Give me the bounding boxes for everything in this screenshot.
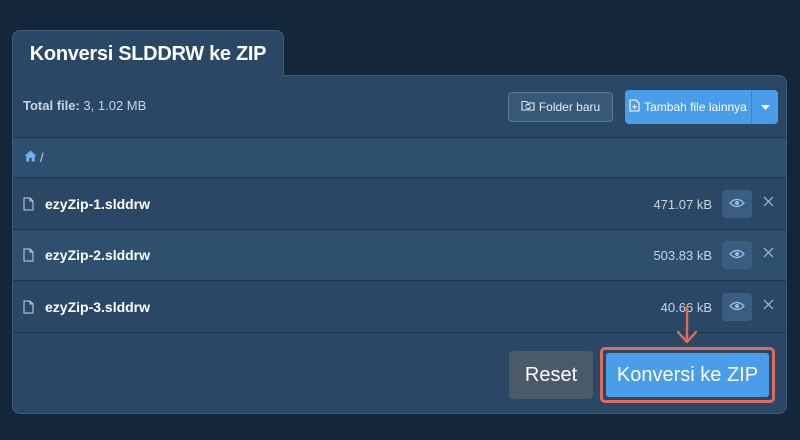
add-files-dropdown[interactable]: [751, 90, 778, 124]
close-icon: [763, 194, 774, 212]
page-title: Konversi SLDDRW ke ZIP: [29, 42, 267, 65]
convert-highlight: Konversi ke ZIP: [600, 347, 775, 403]
total-value: 3, 1.02 MB: [79, 98, 147, 113]
close-icon: [763, 245, 774, 263]
file-icon: [23, 197, 34, 216]
file-row: ezyZip-3.slddrw 40.66 kB: [13, 282, 786, 333]
file-icon: [23, 300, 34, 319]
preview-button[interactable]: [722, 241, 752, 269]
preview-button[interactable]: [722, 190, 752, 218]
toolbar: Total file: 3, 1.02 MB Folder baru Tamba…: [13, 76, 786, 138]
add-files-label: Tambah file lainnya: [644, 100, 747, 114]
preview-button[interactable]: [722, 293, 752, 321]
home-icon[interactable]: [24, 150, 37, 165]
remove-file-button[interactable]: [760, 246, 776, 262]
file-name: ezyZip-3.slddrw: [45, 299, 151, 315]
file-panel: Total file: 3, 1.02 MB Folder baru Tamba…: [12, 75, 787, 414]
remove-file-button[interactable]: [760, 195, 776, 211]
convert-label: Konversi ke ZIP: [616, 363, 759, 386]
caret-down-icon: [760, 100, 770, 114]
file-size: 503.83 kB: [653, 248, 712, 263]
eye-icon: [729, 246, 745, 264]
add-files-button[interactable]: Tambah file lainnya: [625, 90, 778, 124]
file-size: 471.07 kB: [653, 197, 712, 212]
file-name: ezyZip-1.slddrw: [45, 196, 151, 212]
folder-refresh-icon: [521, 99, 535, 115]
eye-icon: [729, 298, 745, 316]
reset-label: Reset: [524, 363, 578, 386]
breadcrumb: /: [13, 138, 786, 178]
new-folder-label: Folder baru: [538, 100, 601, 114]
total-files: Total file: 3, 1.02 MB: [23, 98, 146, 113]
file-row: ezyZip-1.slddrw 471.07 kB: [13, 179, 786, 230]
file-name: ezyZip-2.slddrw: [45, 247, 151, 263]
arrow-down-icon: [675, 305, 699, 350]
new-folder-button[interactable]: Folder baru: [508, 92, 613, 122]
convert-button[interactable]: Konversi ke ZIP: [606, 353, 769, 397]
reset-button[interactable]: Reset: [509, 351, 593, 399]
add-files-main[interactable]: Tambah file lainnya: [625, 90, 751, 124]
file-row: ezyZip-2.slddrw 503.83 kB: [13, 230, 786, 281]
close-icon: [763, 297, 774, 315]
file-icon: [23, 248, 34, 267]
total-label: Total file:: [23, 98, 80, 113]
page-title-tab: Konversi SLDDRW ke ZIP: [12, 30, 284, 77]
add-file-icon: [629, 99, 640, 115]
breadcrumb-separator: /: [40, 150, 44, 165]
remove-file-button[interactable]: [760, 298, 776, 314]
eye-icon: [729, 195, 745, 213]
